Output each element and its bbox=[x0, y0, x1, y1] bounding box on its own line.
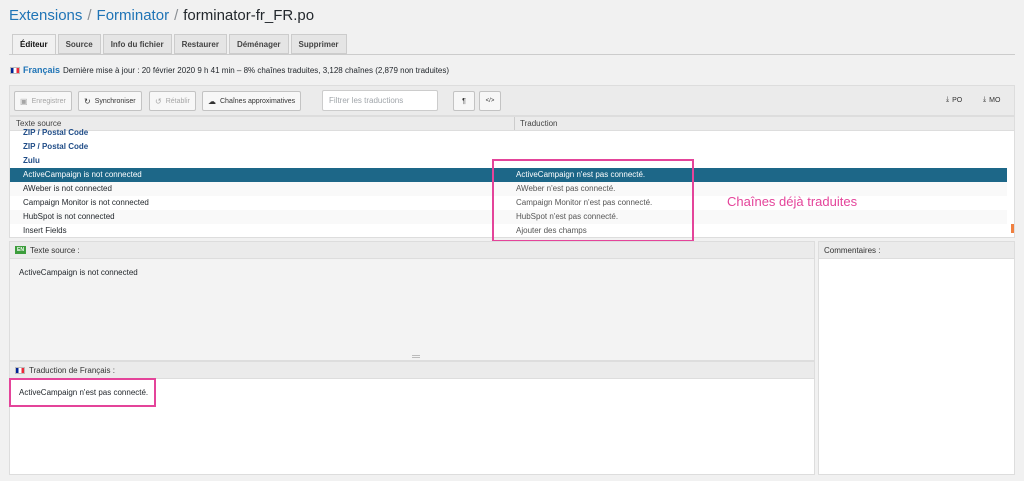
source-text-value: ActiveCampaign is not connected bbox=[19, 268, 138, 277]
tab-move[interactable]: Déménager bbox=[228, 34, 289, 54]
sync-button[interactable]: ↻ Synchroniser bbox=[78, 91, 142, 111]
download-po-button[interactable]: ⤓ PO bbox=[946, 96, 962, 104]
scrollbar-marker[interactable] bbox=[1011, 224, 1014, 233]
stats-text: Dernière mise à jour : 20 février 2020 9… bbox=[63, 65, 450, 75]
list-item[interactable]: ZIP / Postal Code bbox=[10, 126, 1007, 140]
save-button[interactable]: ▣ Enregistrer bbox=[14, 91, 72, 111]
cloud-icon: ☁ bbox=[208, 96, 216, 106]
tab-delete[interactable]: Supprimer bbox=[290, 34, 347, 54]
save-icon: ▣ bbox=[20, 96, 28, 106]
source-text: ActiveCampaign is not connected bbox=[23, 170, 142, 179]
tab-file-info[interactable]: Info du fichier bbox=[102, 34, 172, 54]
source-text: AWeber is not connected bbox=[23, 184, 112, 193]
source-text-panel: EN Texte source : ActiveCampaign is not … bbox=[9, 241, 815, 361]
comments-panel-header: Commentaires : bbox=[819, 242, 1014, 259]
tab-restore[interactable]: Restaurer bbox=[173, 34, 227, 54]
source-text: ZIP / Postal Code bbox=[23, 128, 89, 137]
translation-highlight bbox=[9, 378, 156, 407]
source-text: Zulu bbox=[23, 156, 40, 165]
breadcrumb-link-extensions[interactable]: Extensions bbox=[9, 7, 82, 24]
resize-handle[interactable] bbox=[412, 355, 420, 358]
download-icon: ⤓ bbox=[946, 96, 950, 103]
source-panel-title: Texte source : bbox=[29, 245, 80, 255]
sync-icon: ↻ bbox=[84, 96, 91, 106]
filter-input[interactable] bbox=[322, 90, 438, 111]
translation-stats: Français Dernière mise à jour : 20 févri… bbox=[10, 65, 449, 75]
translated-strings-highlight bbox=[492, 159, 694, 242]
editor-toolbar: ▣ Enregistrer ↻ Synchroniser ↺ Rétablir … bbox=[9, 85, 1015, 116]
translation-panel-header: Traduction de Français : bbox=[10, 362, 814, 379]
breadcrumb-separator: / bbox=[174, 7, 179, 24]
french-flag-icon bbox=[10, 66, 20, 74]
download-icon: ⤓ bbox=[983, 96, 987, 103]
annotation-label: Chaînes déjà traduites bbox=[727, 194, 858, 209]
tabs-divider bbox=[9, 54, 1015, 55]
comments-panel: Commentaires : bbox=[818, 241, 1015, 475]
revert-icon: ↺ bbox=[155, 96, 162, 106]
breadcrumb: Extensions / Forminator / forminator-fr_FR.p… bbox=[9, 7, 314, 24]
breadcrumb-link-forminator[interactable]: Forminator bbox=[97, 7, 170, 24]
source-text: Insert Fields bbox=[23, 226, 67, 235]
french-flag-icon bbox=[15, 366, 25, 374]
source-text: Campaign Monitor is not connected bbox=[23, 198, 149, 207]
locale-link[interactable]: Français bbox=[23, 65, 60, 75]
translation-panel-title: Traduction de Français : bbox=[29, 365, 115, 375]
source-panel-header: EN Texte source : bbox=[10, 242, 814, 259]
invisibles-toggle-button[interactable]: ¶ bbox=[453, 91, 475, 111]
tab-bar: Éditeur Source Info du fichier Restaurer… bbox=[12, 34, 347, 55]
page-title: forminator-fr_FR.po bbox=[183, 7, 315, 24]
list-item[interactable]: ZIP / Postal Code bbox=[10, 140, 1007, 154]
comments-panel-title: Commentaires : bbox=[824, 245, 881, 255]
tab-source[interactable]: Source bbox=[57, 34, 101, 54]
tab-editor[interactable]: Éditeur bbox=[12, 34, 56, 55]
english-flag-icon: EN bbox=[15, 246, 26, 254]
source-text: ZIP / Postal Code bbox=[23, 142, 89, 151]
fuzzy-strings-button[interactable]: ☁ Chaînes approximatives bbox=[202, 91, 302, 111]
comments-area[interactable] bbox=[819, 259, 1014, 474]
code-view-button[interactable]: </> bbox=[479, 91, 501, 111]
source-text-display: ActiveCampaign is not connected bbox=[10, 259, 814, 360]
download-mo-button[interactable]: ⤓ MO bbox=[983, 96, 1000, 104]
breadcrumb-separator: / bbox=[87, 7, 92, 24]
source-text: HubSpot is not connected bbox=[23, 212, 115, 221]
revert-button[interactable]: ↺ Rétablir bbox=[149, 91, 196, 111]
